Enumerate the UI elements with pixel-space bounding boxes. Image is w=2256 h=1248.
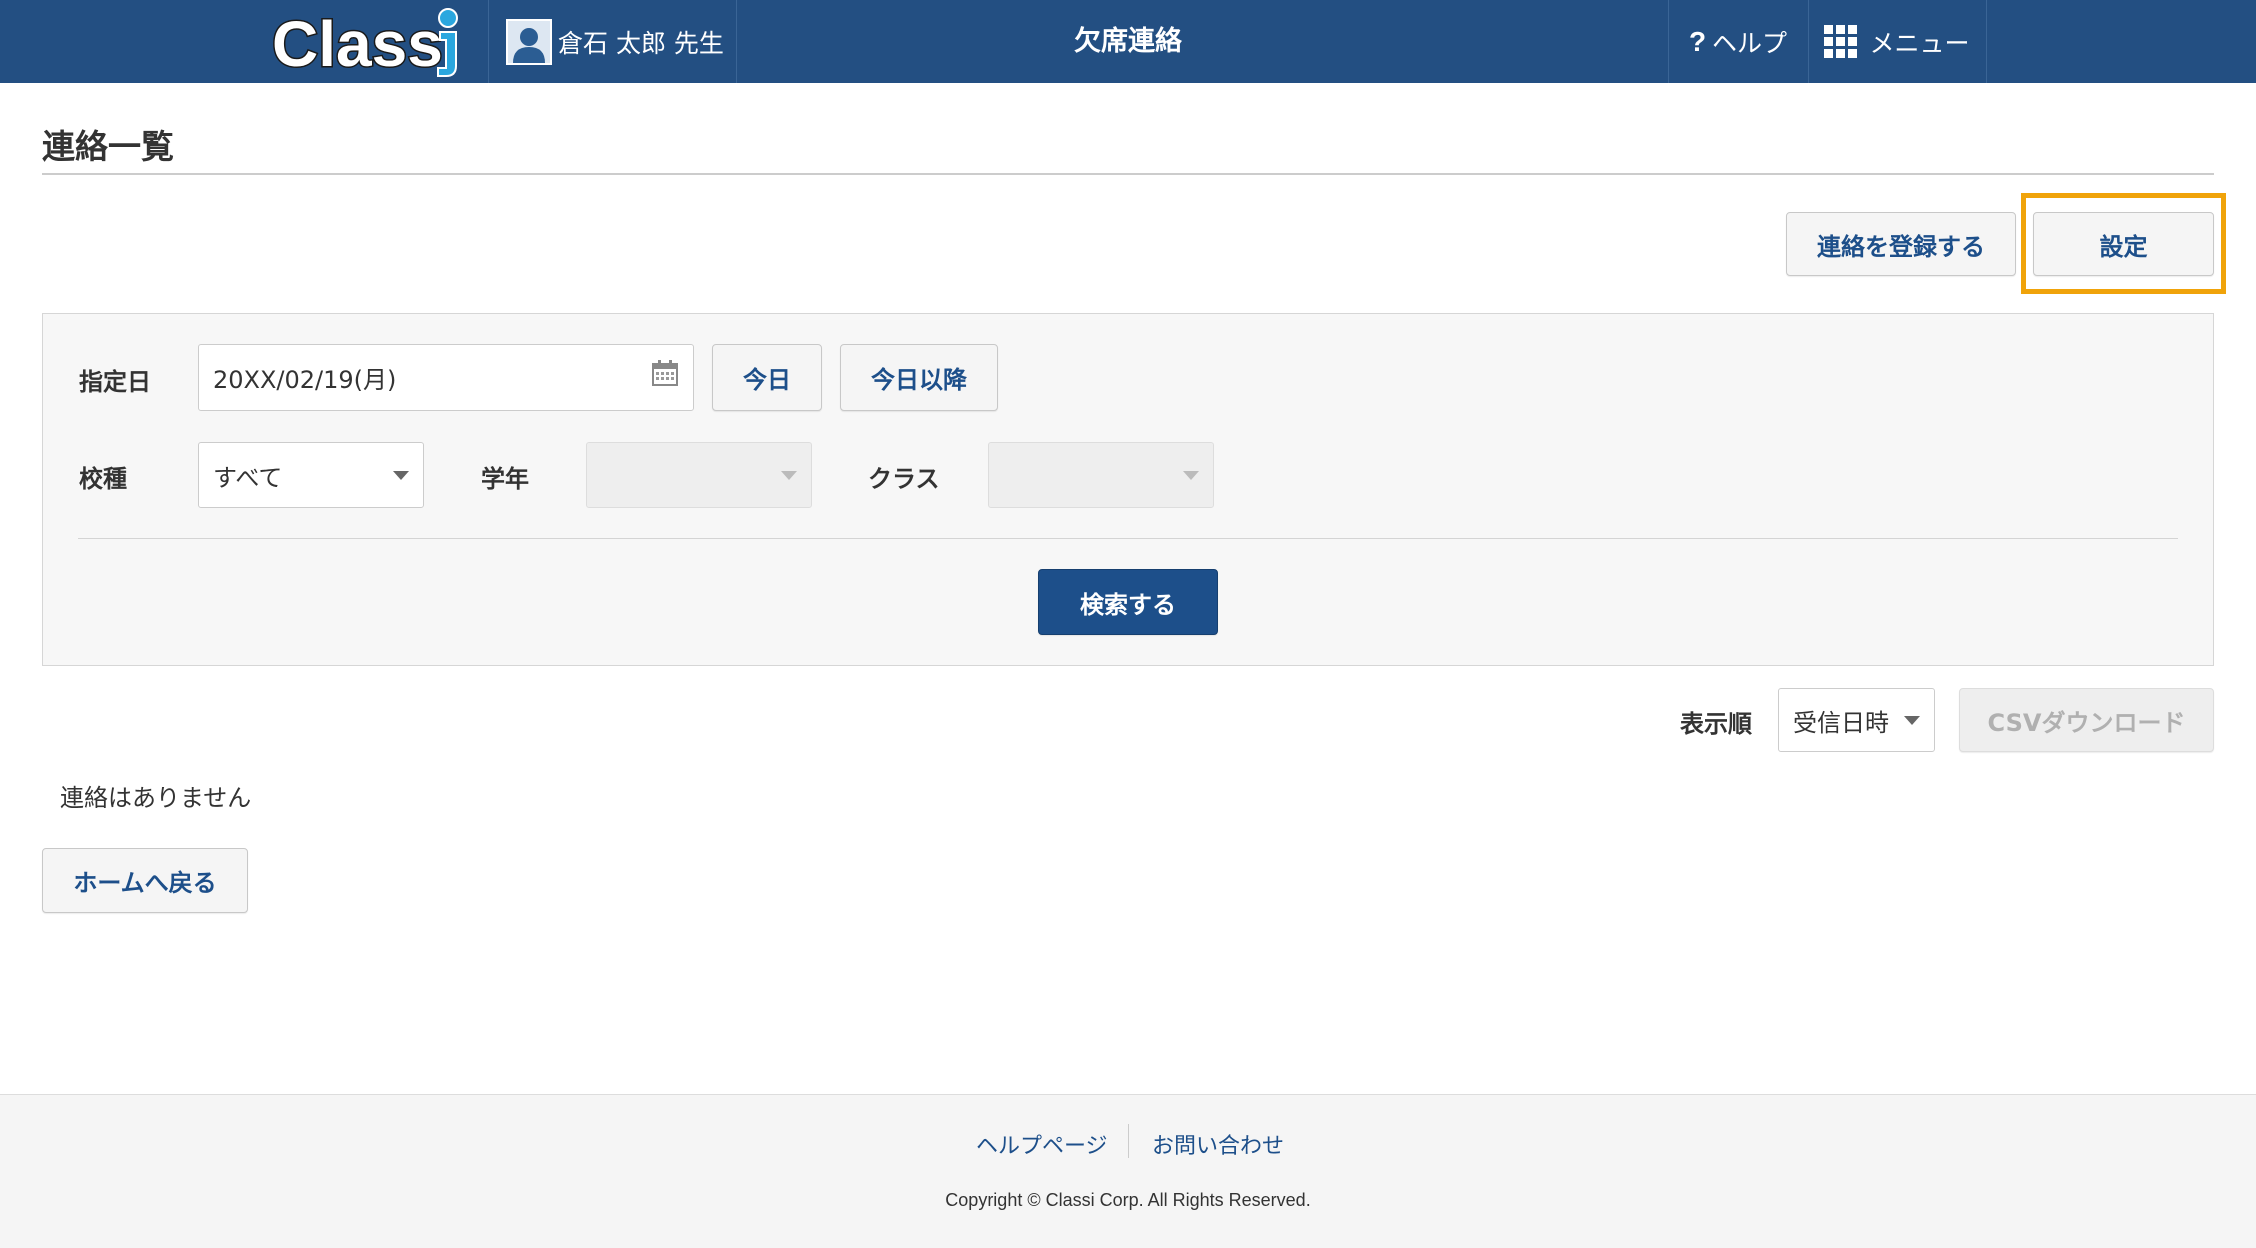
- calendar-icon[interactable]: [651, 359, 679, 387]
- class-label: クラス: [868, 465, 940, 493]
- class-select[interactable]: [988, 442, 1214, 508]
- settings-highlight-frame: [2021, 193, 2226, 294]
- date-value: 20XX/02/19(月): [213, 366, 397, 394]
- from-today-button[interactable]: 今日以降: [840, 344, 998, 411]
- app-title: 欠席連絡: [1074, 26, 1182, 57]
- svg-text:Class: Class: [272, 8, 443, 80]
- date-input[interactable]: 20XX/02/19(月): [198, 344, 694, 411]
- page-title: 連絡一覧: [42, 127, 174, 166]
- school-type-label: 校種: [79, 465, 127, 493]
- back-home-button[interactable]: ホームへ戻る: [42, 848, 248, 913]
- date-label: 指定日: [79, 368, 151, 396]
- header-divider: [736, 0, 737, 83]
- grade-select[interactable]: [586, 442, 812, 508]
- search-button[interactable]: 検索する: [1038, 569, 1218, 635]
- sort-label: 表示順: [1680, 710, 1752, 738]
- empty-message: 連絡はありません: [60, 784, 252, 812]
- dropdown-arrow-icon: [781, 471, 797, 480]
- school-type-value: すべて: [213, 463, 283, 492]
- sort-value: 受信日時: [1793, 708, 1889, 737]
- question-icon: ?: [1688, 25, 1707, 57]
- help-label: ヘルプ: [1712, 28, 1788, 58]
- panel-divider: [78, 538, 2178, 539]
- user-avatar-icon: [506, 18, 552, 65]
- school-type-select[interactable]: すべて: [198, 442, 424, 508]
- help-page-link[interactable]: ヘルプページ: [976, 1128, 1108, 1160]
- footer: [0, 1094, 2256, 1248]
- grade-label: 学年: [481, 465, 529, 493]
- copyright: Copyright © Classi Corp. All Rights Rese…: [945, 1190, 1311, 1210]
- header-divider: [1986, 0, 1987, 83]
- help-link[interactable]: ? ヘルプ: [1668, 0, 1808, 83]
- user-name: 倉石 太郎 先生: [558, 28, 724, 58]
- top-header: Class 倉石 太郎 先生 欠席連絡 ? ヘルプ メニュー: [0, 0, 2256, 83]
- today-button[interactable]: 今日: [712, 344, 822, 411]
- title-divider: [42, 173, 2214, 175]
- classi-logo[interactable]: Class: [270, 4, 466, 82]
- dropdown-arrow-icon: [1904, 716, 1920, 725]
- user-info[interactable]: 倉石 太郎 先生: [488, 0, 736, 83]
- dropdown-arrow-icon: [393, 471, 409, 480]
- menu-label: メニュー: [1869, 28, 1970, 58]
- grid-menu-icon: [1824, 25, 1858, 58]
- dropdown-arrow-icon: [1183, 471, 1199, 480]
- footer-divider: [1128, 1124, 1129, 1158]
- contact-link[interactable]: お問い合わせ: [1152, 1128, 1284, 1160]
- csv-download-button[interactable]: CSVダウンロード: [1959, 688, 2214, 752]
- sort-select[interactable]: 受信日時: [1778, 688, 1935, 752]
- menu-button[interactable]: メニュー: [1808, 0, 1986, 83]
- register-contact-button[interactable]: 連絡を登録する: [1786, 212, 2016, 276]
- classi-logo-mark: Class: [271, 7, 458, 82]
